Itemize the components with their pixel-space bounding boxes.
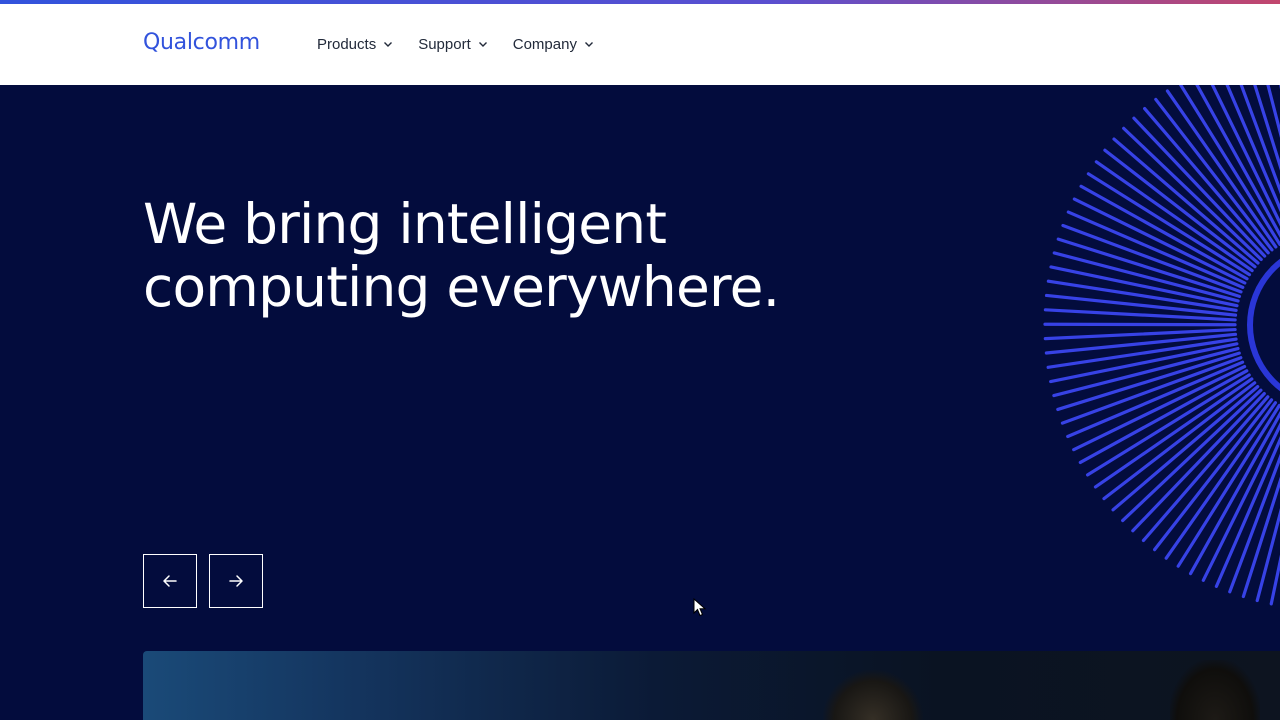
chevron-down-icon — [584, 42, 593, 47]
building-silhouette — [823, 670, 923, 720]
chevron-down-icon — [384, 42, 393, 47]
hero-headline-line1: We bring intelligent — [143, 192, 667, 256]
site-header: Qualcomm Products Support Company — [0, 4, 1280, 85]
sunburst-ray — [1052, 346, 1240, 398]
chevron-down-icon — [478, 42, 487, 47]
hero-section: We bring intelligent computing everywher… — [0, 85, 1280, 720]
nav-item-company[interactable]: Company — [513, 30, 595, 58]
nav-item-products[interactable]: Products — [317, 30, 394, 58]
nav-item-support[interactable]: Support — [418, 30, 489, 58]
sunburst-ray — [1043, 322, 1237, 327]
qualcomm-logo[interactable]: Qualcomm — [143, 28, 260, 58]
sunburst-ray — [1214, 436, 1280, 588]
feature-image-card[interactable] — [143, 651, 1280, 720]
hero-headline-line2: computing everywhere. — [143, 255, 780, 319]
arrow-left-icon — [163, 575, 177, 587]
sunburst-graphic — [1043, 85, 1280, 606]
nav-item-label: Products — [317, 35, 377, 53]
carousel-next-button[interactable] — [209, 554, 263, 608]
arrow-right-icon — [229, 575, 243, 587]
sunburst-ring — [1247, 258, 1280, 392]
nav-item-label: Company — [512, 35, 577, 53]
page: Qualcomm Products Support Company We bri… — [0, 0, 1280, 720]
nav-item-label: Support — [418, 35, 471, 53]
main-nav: Products Support Company — [317, 30, 619, 58]
tree-silhouette — [1170, 660, 1260, 720]
carousel-prev-button[interactable] — [143, 554, 197, 608]
mouse-cursor-icon — [693, 598, 707, 617]
hero-headline: We bring intelligent computing everywher… — [143, 193, 863, 319]
